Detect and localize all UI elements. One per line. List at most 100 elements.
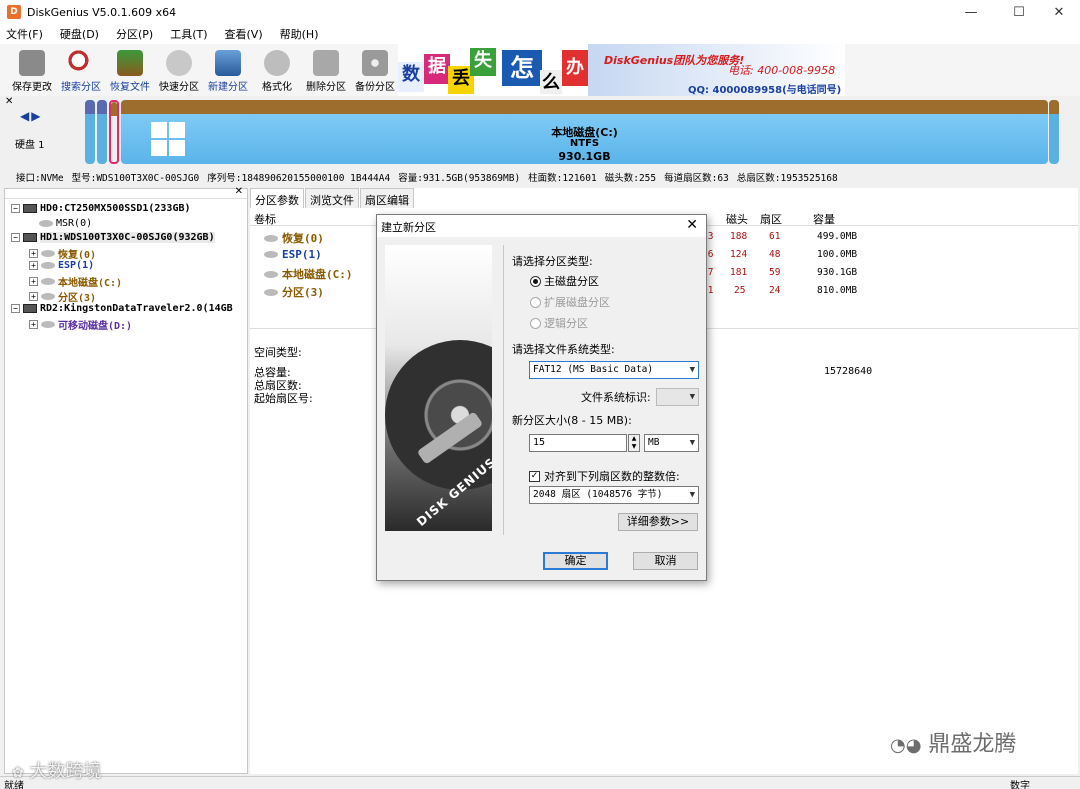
close-icon[interactable]: ✕ [235,186,243,197]
disk-icon [23,204,37,213]
watermark-logo-left: ✿ 大数跨境 [12,761,102,782]
format-button[interactable]: 格式化 [253,48,301,94]
recover-files-button[interactable]: 恢复文件 [106,48,154,94]
search-partition-button[interactable]: 搜索分区 [57,48,105,94]
size-input[interactable]: 15 [529,434,627,452]
expand-icon[interactable]: + [29,249,38,258]
disk-tree-pane: ✕ − HD0:CT250MX500SSD1(233GB) MSR(0) − HD1… [4,186,248,774]
start-sector-label: 起始扇区号: [254,392,313,405]
partition-icon [264,251,278,258]
expand-icon[interactable]: + [29,261,38,270]
col-header-label: 卷标 [254,213,276,226]
tree-item-hd1[interactable]: − HD1:WDS100T3X0C-00SJG0(932GB) [11,232,215,243]
expand-icon[interactable]: − [11,304,20,313]
new-partition-button[interactable]: 新建分区 [204,48,252,94]
new-partition-dialog: 建立新分区 ✕ DISK GENIUS 请选择分区类型: 主磁盘分区 扩展磁盘分… [376,214,707,581]
tree-item-local-c[interactable]: + 本地磁盘(C:) [29,274,122,289]
disk-nav-arrows-icon[interactable]: ◀▶ [20,109,42,123]
menu-file[interactable]: 文件(F) [6,26,43,42]
chevron-down-icon: ▼ [689,392,695,402]
tree-item-msr[interactable]: MSR(0) [39,218,92,229]
tab-browse-files[interactable]: 浏览文件 [305,188,359,208]
watermark-icon: ✿ [12,765,24,781]
delete-icon [313,50,339,76]
partition-icon [264,270,278,278]
partition-icon [39,220,53,227]
close-button[interactable]: ✕ [1036,0,1080,24]
disk-capacity: 容量:931.5GB(953869MB) [398,173,521,184]
align-checkbox[interactable]: ✓ 对齐到下列扇区数的整数倍: [529,468,680,484]
backup-partition-button[interactable]: 备份分区 [351,48,399,94]
fs-type-select[interactable]: FAT12 (MS Basic Data) ▼ [529,361,699,379]
close-icon[interactable]: ✕ [5,96,13,107]
dialog-close-button[interactable]: ✕ [686,217,698,233]
expand-icon[interactable]: − [11,204,20,213]
partition-type-label: 请选择分区类型: [512,255,593,268]
tree-item-removable-d[interactable]: + 可移动磁盘(D:) [29,317,132,332]
menu-disk[interactable]: 硬盘(D) [60,26,99,42]
expand-icon[interactable]: + [29,277,38,286]
disk-cylinders: 柱面数:121601 [528,173,597,184]
app-icon: D [7,5,21,19]
expand-icon[interactable]: + [29,320,38,329]
minimize-button[interactable]: — [948,0,994,24]
backup-icon [362,50,388,76]
partition-icon [41,278,55,285]
space-type-label: 空间类型: [254,346,302,359]
col-header-capacity: 容量 [813,213,835,226]
dialog-title: 建立新分区 [381,221,436,234]
ok-button[interactable]: 确定 [543,552,608,570]
expand-icon[interactable]: − [11,233,20,242]
menu-help[interactable]: 帮助(H) [280,26,319,42]
fs-id-select[interactable]: ▼ [656,388,699,406]
status-numlock: 数字 [1010,781,1030,789]
radio-extended[interactable]: 扩展磁盘分区 [530,294,610,310]
tab-sector-edit[interactable]: 扇区编辑 [360,188,414,208]
align-select[interactable]: 2048 扇区 (1048576 字节) ▼ [529,486,699,504]
dialog-title-bar: 建立新分区 ✕ [377,215,706,237]
radio-logical[interactable]: 逻辑分区 [530,315,588,331]
expand-icon[interactable]: + [29,292,38,301]
main-partition-fs: NTFS [569,138,600,149]
partition-block-esp[interactable] [97,100,107,164]
quick-partition-button[interactable]: 快速分区 [155,48,203,94]
fs-id-label: 文件系统标识: [581,391,651,404]
tree-item-recovery[interactable]: + 恢复(0) [29,246,96,261]
quick-partition-icon [166,50,192,76]
partition-icon [264,288,278,296]
tree-item-hd0[interactable]: − HD0:CT250MX500SSD1(233GB) [11,203,191,214]
menu-bar: 文件(F) 硬盘(D) 分区(P) 工具(T) 查看(V) 帮助(H) [0,24,1080,44]
disk-label: 硬盘 1 [15,140,45,151]
title-bar: D DiskGenius V5.0.1.609 x64 — ☐ ✕ [0,0,1080,24]
partition-block-tail[interactable] [1049,100,1059,164]
ad-banner[interactable]: 数 据 丢 失 怎 么 办 DiskGenius团队为您服务! 电话: 400-… [398,44,845,96]
banner-qq-text: QQ: 4000089958(与电话同号) [688,85,842,96]
partition-block-msr[interactable] [109,100,119,164]
banner-char: 办 [562,50,588,86]
menu-view[interactable]: 查看(V) [225,26,263,42]
status-bar: 就绪 数字 [0,776,1080,789]
tree-item-rd2[interactable]: − RD2:KingstonDataTraveler2.0(14GB [11,303,233,314]
tree-item-esp[interactable]: + ESP(1) [29,260,94,271]
radio-primary[interactable]: 主磁盘分区 [530,273,599,289]
col-header-heads: 磁头 [726,213,748,226]
delete-partition-button[interactable]: 删除分区 [302,48,350,94]
menu-tools[interactable]: 工具(T) [170,26,207,42]
start-sector-value: 15728640 [824,366,873,377]
banner-char: 数 [398,62,424,92]
size-spinner[interactable]: ▲ ▼ [628,434,640,452]
menu-partition[interactable]: 分区(P) [116,26,153,42]
cancel-button[interactable]: 取消 [633,552,698,570]
save-changes-button[interactable]: 保存更改 [8,48,56,94]
recover-icon [117,50,143,76]
details-button[interactable]: 详细参数>> [618,513,698,531]
unit-select[interactable]: MB ▼ [644,434,699,452]
disk-icon [23,233,37,242]
partition-block-recovery[interactable] [85,100,95,164]
tab-partition-params[interactable]: 分区参数 [250,188,304,208]
disk-serial: 序列号:184890620155000100 1B444A4 [207,173,391,184]
chevron-down-icon: ▼ [689,438,695,448]
tree-item-partition3[interactable]: + 分区(3) [29,289,96,304]
watermark-logo: ◔◕ 鼎盛龙腾 [890,732,1017,757]
partition-block-main[interactable]: 本地磁盘(C:) NTFS 930.1GB [121,100,1048,164]
